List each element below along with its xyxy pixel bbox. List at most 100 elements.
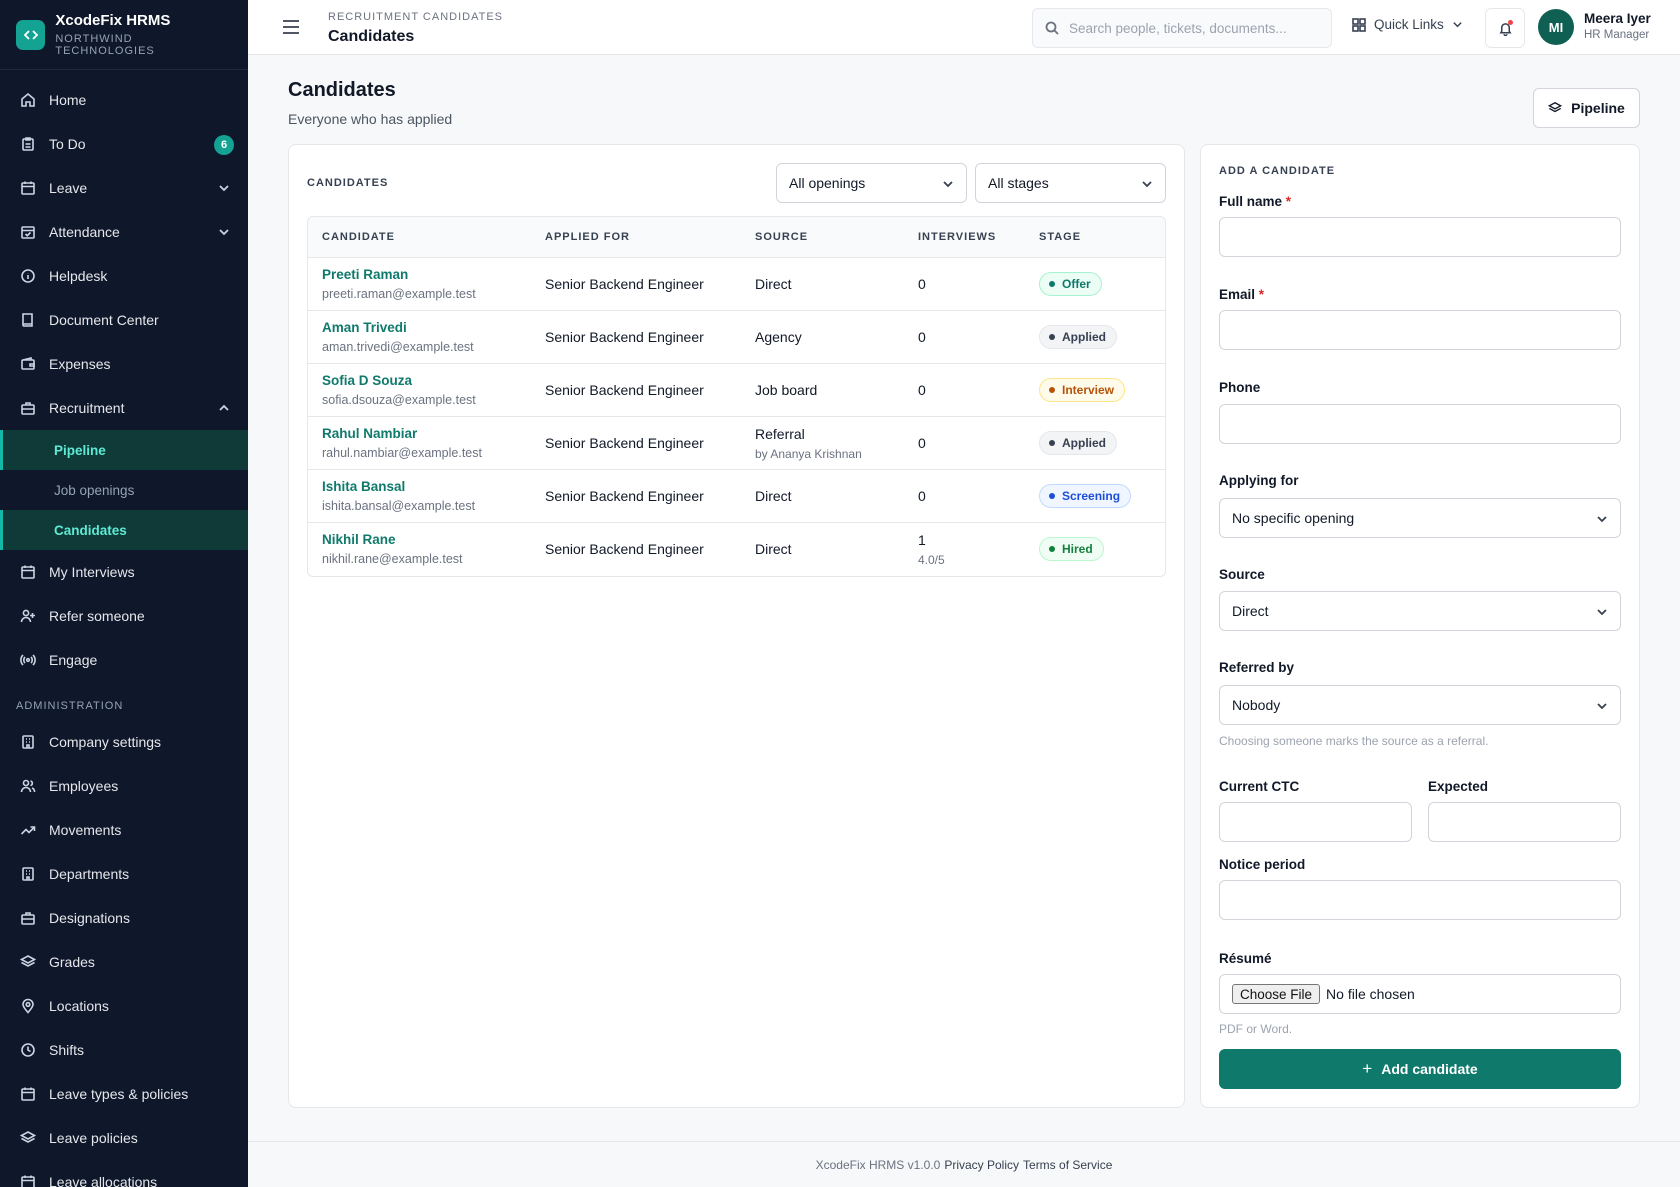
add-candidate-label: ADD A CANDIDATE <box>1219 165 1336 177</box>
candidates-card: CANDIDATES All openings All stages CANDI… <box>288 144 1185 1108</box>
full-name-label: Full name * <box>1219 194 1291 209</box>
table-row[interactable]: Rahul Nambiar rahul.nambiar@example.test S… <box>308 417 1165 470</box>
add-candidate-button[interactable]: + Add candidate <box>1219 1049 1621 1089</box>
add-candidate-label: Add candidate <box>1381 1061 1478 1077</box>
phone-input[interactable] <box>1219 404 1621 444</box>
candidate-name-link[interactable]: Aman Trivedi <box>322 320 407 335</box>
sidebar-item-document-center[interactable]: Document Center <box>0 298 248 342</box>
sidebar-item-attendance[interactable]: Attendance <box>0 210 248 254</box>
terms-of-service-link[interactable]: Terms of Service <box>1023 1158 1112 1172</box>
table-row[interactable]: Ishita Bansal ishita.bansal@example.test S… <box>308 470 1165 523</box>
table-row[interactable]: Sofia D Souza sofia.dsouza@example.test Se… <box>308 364 1165 417</box>
column-header-source[interactable]: SOURCE <box>755 231 808 243</box>
table-row[interactable]: Preeti Raman preeti.raman@example.test Sen… <box>308 258 1165 311</box>
applying-for-select[interactable]: No specific opening <box>1219 498 1621 538</box>
email-input[interactable] <box>1219 310 1621 350</box>
column-header-interviews[interactable]: INTERVIEWS <box>918 231 996 243</box>
choose-file-button[interactable]: Choose File <box>1232 984 1321 1004</box>
email-label: Email * <box>1219 287 1264 302</box>
sidebar-item-leave[interactable]: Leave <box>0 166 248 210</box>
sidebar-item-designations[interactable]: Designations <box>0 896 248 940</box>
sidebar-item-label: Document Center <box>49 312 159 328</box>
sidebar-item-departments[interactable]: Departments <box>0 852 248 896</box>
footer: XcodeFix HRMS v1.0.0 Privacy Policy Term… <box>248 1141 1680 1187</box>
sidebar-subitem-pipeline[interactable]: Pipeline <box>0 430 248 470</box>
stage-label: Applied <box>1062 436 1106 450</box>
source-select[interactable]: Direct <box>1219 591 1621 631</box>
notice-period-input[interactable] <box>1219 880 1621 920</box>
user-plus-icon <box>20 608 36 624</box>
sidebar-item-company-settings[interactable]: Company settings <box>0 720 248 764</box>
openings-filter[interactable]: All openings <box>776 163 967 203</box>
sidebar-item-grades[interactable]: Grades <box>0 940 248 984</box>
sidebar-item-employees[interactable]: Employees <box>0 764 248 808</box>
sidebar-item-home[interactable]: Home <box>0 78 248 122</box>
stage-label: Offer <box>1062 277 1091 291</box>
referred-by-select[interactable]: Nobody <box>1219 685 1621 725</box>
column-header-stage[interactable]: STAGE <box>1039 231 1081 243</box>
chevron-down-icon <box>218 225 230 237</box>
candidate-name-link[interactable]: Sofia D Souza <box>322 373 412 388</box>
expected-ctc-input[interactable] <box>1428 802 1621 842</box>
sidebar-subitem-candidates[interactable]: Candidates <box>0 510 248 550</box>
sidebar-item-refer-someone[interactable]: Refer someone <box>0 594 248 638</box>
sidebar-item-helpdesk[interactable]: Helpdesk <box>0 254 248 298</box>
notifications-button[interactable] <box>1485 8 1525 48</box>
openings-filter-value: All openings <box>789 175 866 191</box>
column-header-applied-for[interactable]: APPLIED FOR <box>545 231 630 243</box>
sidebar-item-label: Helpdesk <box>49 268 108 284</box>
interviews-cell: 0 <box>918 488 926 504</box>
sidebar-item-my-interviews[interactable]: My Interviews <box>0 550 248 594</box>
table-row[interactable]: Aman Trivedi aman.trivedi@example.test Sen… <box>308 311 1165 364</box>
resume-file-input: Choose File No file chosen <box>1219 974 1621 1014</box>
stage-badge: Applied <box>1039 325 1117 349</box>
brand-name: XcodeFix HRMS <box>55 12 171 29</box>
sidebar-item-label: Recruitment <box>49 400 125 416</box>
user-role: HR Manager <box>1584 29 1650 41</box>
stage-badge: Offer <box>1039 272 1102 296</box>
candidate-name-link[interactable]: Nikhil Rane <box>322 532 396 547</box>
users-icon <box>20 778 36 794</box>
candidate-name-link[interactable]: Preeti Raman <box>322 267 408 282</box>
sidebar-item-label: Departments <box>49 866 130 882</box>
stages-filter[interactable]: All stages <box>975 163 1166 203</box>
sidebar-item-engage[interactable]: Engage <box>0 638 248 682</box>
briefcase-icon <box>20 400 36 416</box>
candidate-name-link[interactable]: Ishita Bansal <box>322 479 405 494</box>
grid-icon <box>1352 17 1366 32</box>
current-ctc-input[interactable] <box>1219 802 1412 842</box>
sidebar-item-shifts[interactable]: Shifts <box>0 1028 248 1072</box>
candidate-email: sofia.dsouza@example.test <box>322 393 476 407</box>
sidebar-item-leave-allocations[interactable]: Leave allocations <box>0 1160 248 1187</box>
sidebar-item-label: Leave allocations <box>49 1174 158 1187</box>
sidebar-item-label: To Do <box>49 136 86 152</box>
sidebar-item-expenses[interactable]: Expenses <box>0 342 248 386</box>
chevron-down-icon <box>1597 609 1607 616</box>
quick-links-button[interactable]: Quick Links <box>1352 17 1463 32</box>
pipeline-button[interactable]: Pipeline <box>1533 88 1640 128</box>
sidebar-item-todo[interactable]: To Do 6 <box>0 122 248 166</box>
sidebar-item-movements[interactable]: Movements <box>0 808 248 852</box>
column-header-candidate[interactable]: CANDIDATE <box>322 231 395 243</box>
interviews-cell: 0 <box>918 329 926 345</box>
table-row[interactable]: Nikhil Rane nikhil.rane@example.test Senio… <box>308 523 1165 576</box>
candidates-card-label: CANDIDATES <box>307 177 389 189</box>
sidebar-item-locations[interactable]: Locations <box>0 984 248 1028</box>
sidebar-item-label: Leave types & policies <box>49 1086 189 1102</box>
sidebar-item-label: Locations <box>49 998 109 1014</box>
brand[interactable]: XcodeFix HRMS NORTHWIND TECHNOLOGIES <box>0 0 248 70</box>
full-name-input[interactable] <box>1219 217 1621 257</box>
sidebar-item-label: Designations <box>49 910 130 926</box>
search-input[interactable] <box>1069 20 1319 36</box>
home-icon <box>20 92 36 108</box>
applied-for-cell: Senior Backend Engineer <box>545 541 704 557</box>
avatar[interactable]: MI <box>1538 9 1574 45</box>
privacy-policy-link[interactable]: Privacy Policy <box>944 1158 1019 1172</box>
source-label: Source <box>1219 567 1265 582</box>
candidate-name-link[interactable]: Rahul Nambiar <box>322 426 417 441</box>
menu-icon[interactable] <box>282 19 300 35</box>
sidebar-item-leave-policies[interactable]: Leave policies <box>0 1116 248 1160</box>
sidebar-item-leave-types[interactable]: Leave types & policies <box>0 1072 248 1116</box>
sidebar-item-recruitment[interactable]: Recruitment <box>0 386 248 430</box>
sidebar-subitem-job-openings[interactable]: Job openings <box>0 470 248 510</box>
